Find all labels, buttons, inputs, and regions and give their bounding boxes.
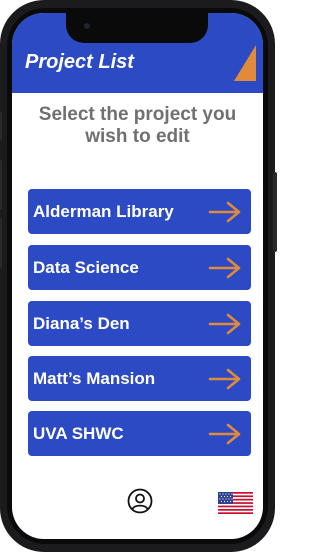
power-button (273, 172, 277, 252)
camera-notch (66, 13, 208, 43)
triangle-logo-icon (234, 45, 256, 81)
arrow-right-icon (208, 201, 241, 223)
project-button-data-science[interactable]: Data Science (28, 245, 251, 290)
arrow-right-icon (208, 313, 241, 335)
project-button-alderman-library[interactable]: Alderman Library (28, 189, 251, 234)
page-title: Project List (25, 51, 134, 73)
arrow-right-icon (208, 423, 241, 445)
mute-switch (0, 112, 2, 140)
select-project-prompt: Select the project you wish to edit (38, 104, 237, 147)
project-label: Alderman Library (33, 201, 174, 221)
project-button-dianas-den[interactable]: Diana’s Den (28, 301, 251, 346)
project-button-uva-shwc[interactable]: UVA SHWC (28, 411, 251, 456)
user-profile-icon[interactable] (127, 488, 153, 514)
volume-down-button (0, 218, 2, 268)
project-button-matts-mansion[interactable]: Matt’s Mansion (28, 356, 251, 401)
phone-frame: Project List Select the project you wish… (0, 0, 277, 552)
project-label: Diana’s Den (33, 313, 130, 333)
project-label: Matt’s Mansion (33, 368, 156, 388)
arrow-right-icon (208, 257, 241, 279)
project-label: UVA SHWC (33, 423, 124, 443)
project-label: Data Science (33, 257, 139, 277)
camera-icon (84, 23, 90, 29)
arrow-right-icon (208, 368, 241, 390)
volume-up-button (0, 160, 2, 210)
app-screen: Project List Select the project you wish… (12, 13, 263, 539)
us-flag-icon[interactable] (218, 492, 253, 514)
